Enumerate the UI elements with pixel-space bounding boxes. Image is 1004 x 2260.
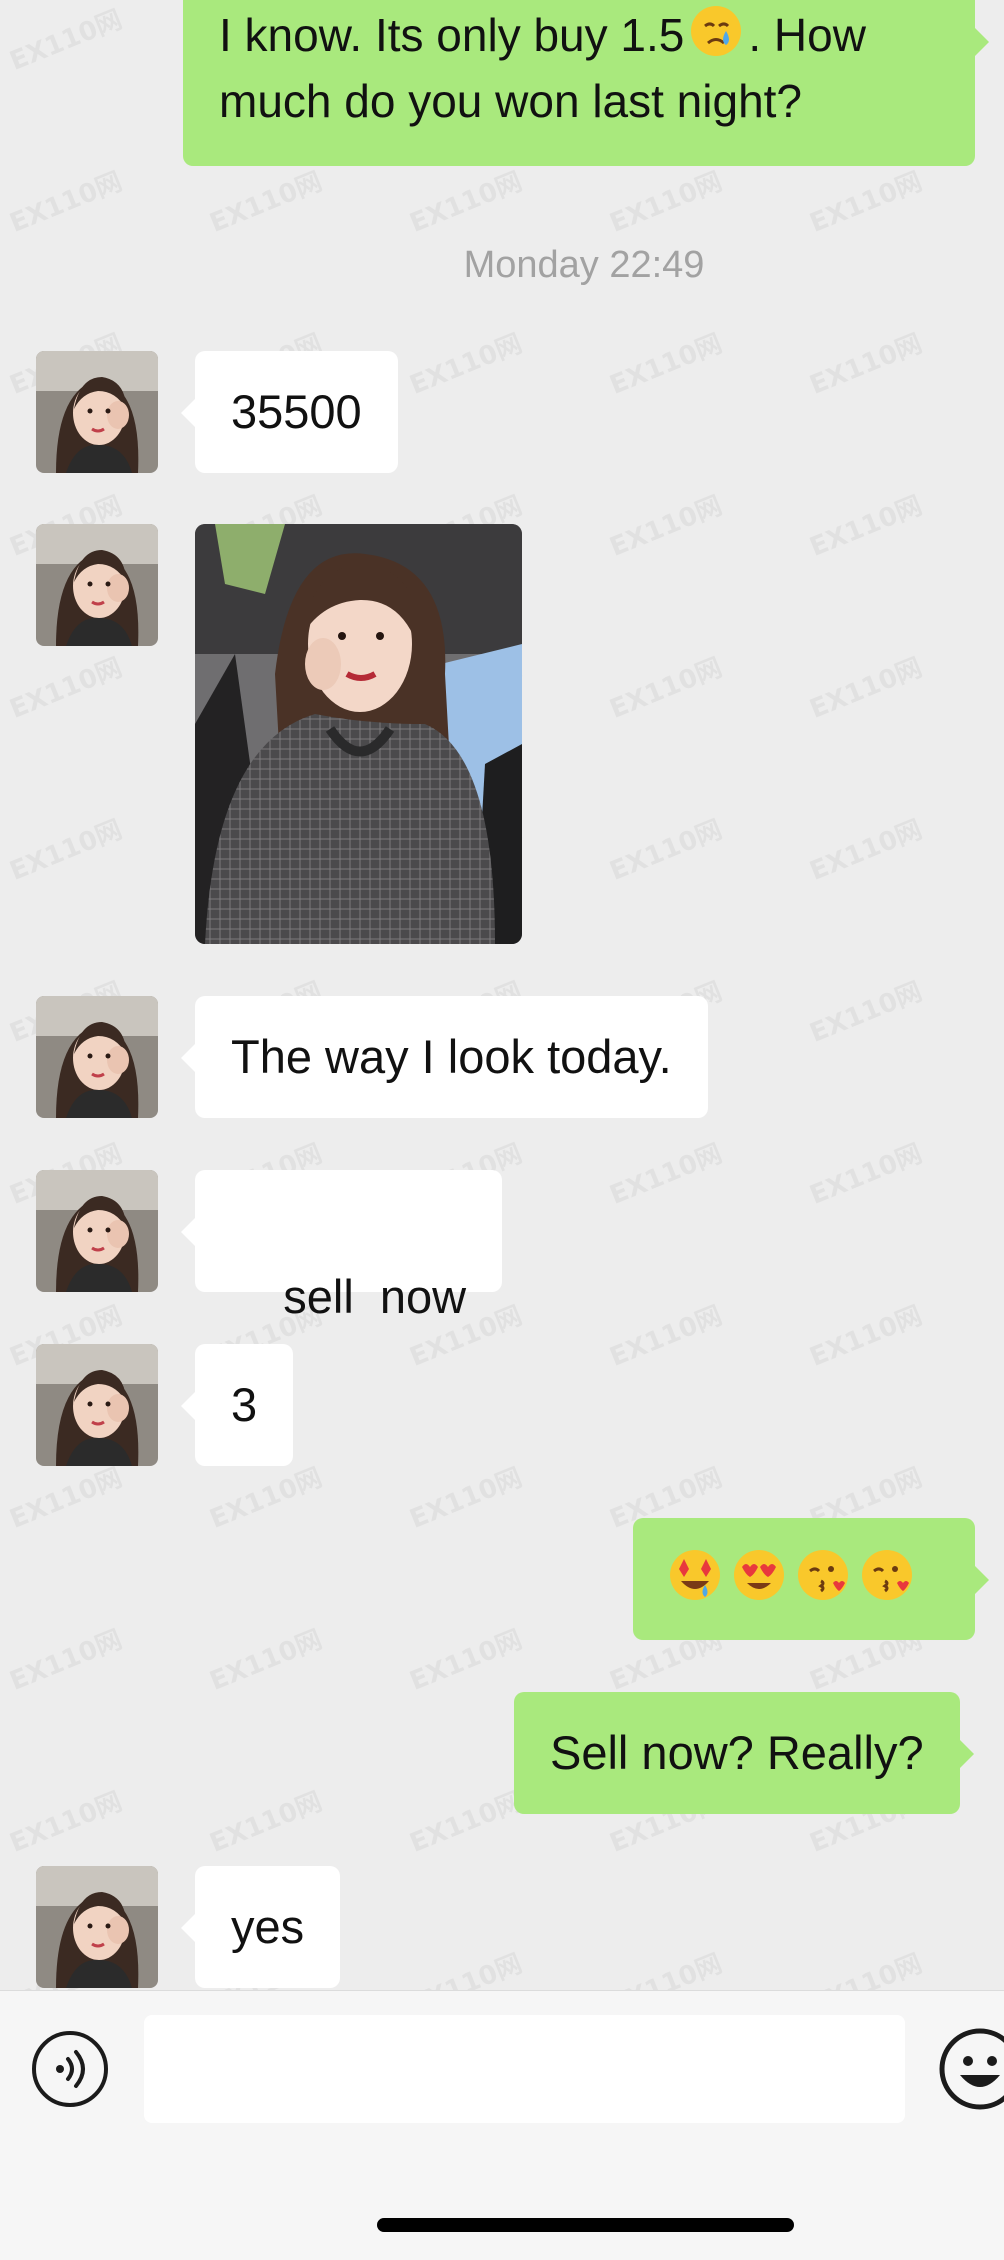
contact-avatar[interactable] [36, 1344, 158, 1466]
watermark-text: EX110网 [3, 1781, 127, 1860]
message-bubble-incoming[interactable]: The way I look today. [181, 996, 708, 1118]
chat-area[interactable]: EX110网 EX110网 EX110网 EX110网 EX110网 EX110网 EX11… [0, 0, 1004, 1990]
contact-avatar[interactable] [36, 1170, 158, 1292]
crying-face-icon [691, 6, 742, 56]
watermark-text: EX110网 [3, 647, 127, 726]
watermark-text: EX110网 [3, 0, 127, 78]
message-text: yes [231, 1900, 305, 1953]
watermark-text: EX110网 [203, 161, 327, 240]
watermark-text: EX110网 [603, 1295, 727, 1374]
message-bubble-outgoing[interactable] [633, 1518, 989, 1640]
watermark-text: EX110网 [803, 485, 927, 564]
message-text: much do you won last night? [219, 75, 803, 127]
watermark-text: EX110网 [603, 1133, 727, 1212]
message-timestamp: Monday 22:49 [463, 244, 705, 286]
message-text: The way I look today. [231, 1030, 672, 1083]
message-text: 3 [231, 1378, 258, 1431]
message-text: . How [748, 9, 866, 61]
smiley-icon[interactable] [938, 2027, 1004, 2111]
watermark-text: EX110网 [3, 809, 127, 888]
voice-icon [56, 2050, 85, 2088]
watermark-text: EX110网 [803, 971, 927, 1050]
watermark-text: EX110网 [803, 809, 927, 888]
watermark-text: EX110网 [603, 809, 727, 888]
message-bubble-outgoing[interactable]: I know. Its only buy 1.5 . How much do yo… [183, 0, 989, 166]
watermark-text: EX110网 [603, 647, 727, 726]
message-text: sell now [283, 1270, 467, 1323]
message-bubble-incoming[interactable]: sell now [180, 1170, 503, 1323]
watermark-text: EX110网 [203, 1619, 327, 1698]
message-text: I know. Its only buy 1.5 [219, 9, 685, 61]
watermark-text: EX110网 [803, 647, 927, 726]
watermark-text: EX110网 [403, 323, 527, 402]
watermark-text: EX110网 [603, 161, 727, 240]
message-text: 35500 [231, 385, 362, 438]
contact-avatar[interactable] [36, 524, 158, 646]
message-bubble-incoming[interactable]: 3 [180, 1344, 294, 1466]
watermark-text: EX110网 [403, 1943, 527, 1990]
watermark-text: EX110网 [403, 161, 527, 240]
watermark-text: EX110网 [403, 1619, 527, 1698]
kissing-heart-face-icon [862, 1550, 912, 1600]
watermark-text: EX110网 [3, 1457, 127, 1536]
home-indicator [377, 2218, 794, 2232]
watermark-text: EX110网 [3, 161, 127, 240]
message-bubble-incoming[interactable]: 35500 [181, 351, 398, 473]
kissing-heart-face-icon [798, 1550, 848, 1600]
watermark-text: EX110网 [803, 1943, 927, 1990]
message-input[interactable] [144, 2015, 905, 2123]
voice-button[interactable] [32, 2031, 108, 2107]
watermark-text: EX110网 [3, 1619, 127, 1698]
watermark-text: EX110网 [203, 1457, 327, 1536]
watermark-text: EX110网 [403, 1457, 527, 1536]
message-bubble-incoming[interactable]: yes [180, 1866, 341, 1988]
contact-avatar[interactable] [36, 996, 158, 1118]
message-image[interactable] [195, 524, 522, 944]
watermark-text: EX110网 [803, 161, 927, 240]
watermark-text: EX110网 [403, 1781, 527, 1860]
contact-avatar[interactable] [36, 351, 158, 473]
message-text: Sell now? Really? [550, 1726, 924, 1779]
watermark-text: EX110网 [803, 1295, 927, 1374]
input-bar [0, 1990, 1004, 2260]
message-bubble-outgoing[interactable]: Sell now? Really? [514, 1692, 974, 1814]
contact-avatar[interactable] [36, 1866, 158, 1988]
heart-eyes-face-icon [734, 1550, 784, 1600]
star-struck-face-icon [670, 1550, 720, 1600]
watermark-text: EX110网 [603, 323, 727, 402]
watermark-text: EX110网 [203, 1781, 327, 1860]
watermark-text: EX110网 [803, 323, 927, 402]
watermark-text: EX110网 [603, 1943, 727, 1990]
watermark-text: EX110网 [803, 1133, 927, 1212]
watermark-text: EX110网 [603, 485, 727, 564]
